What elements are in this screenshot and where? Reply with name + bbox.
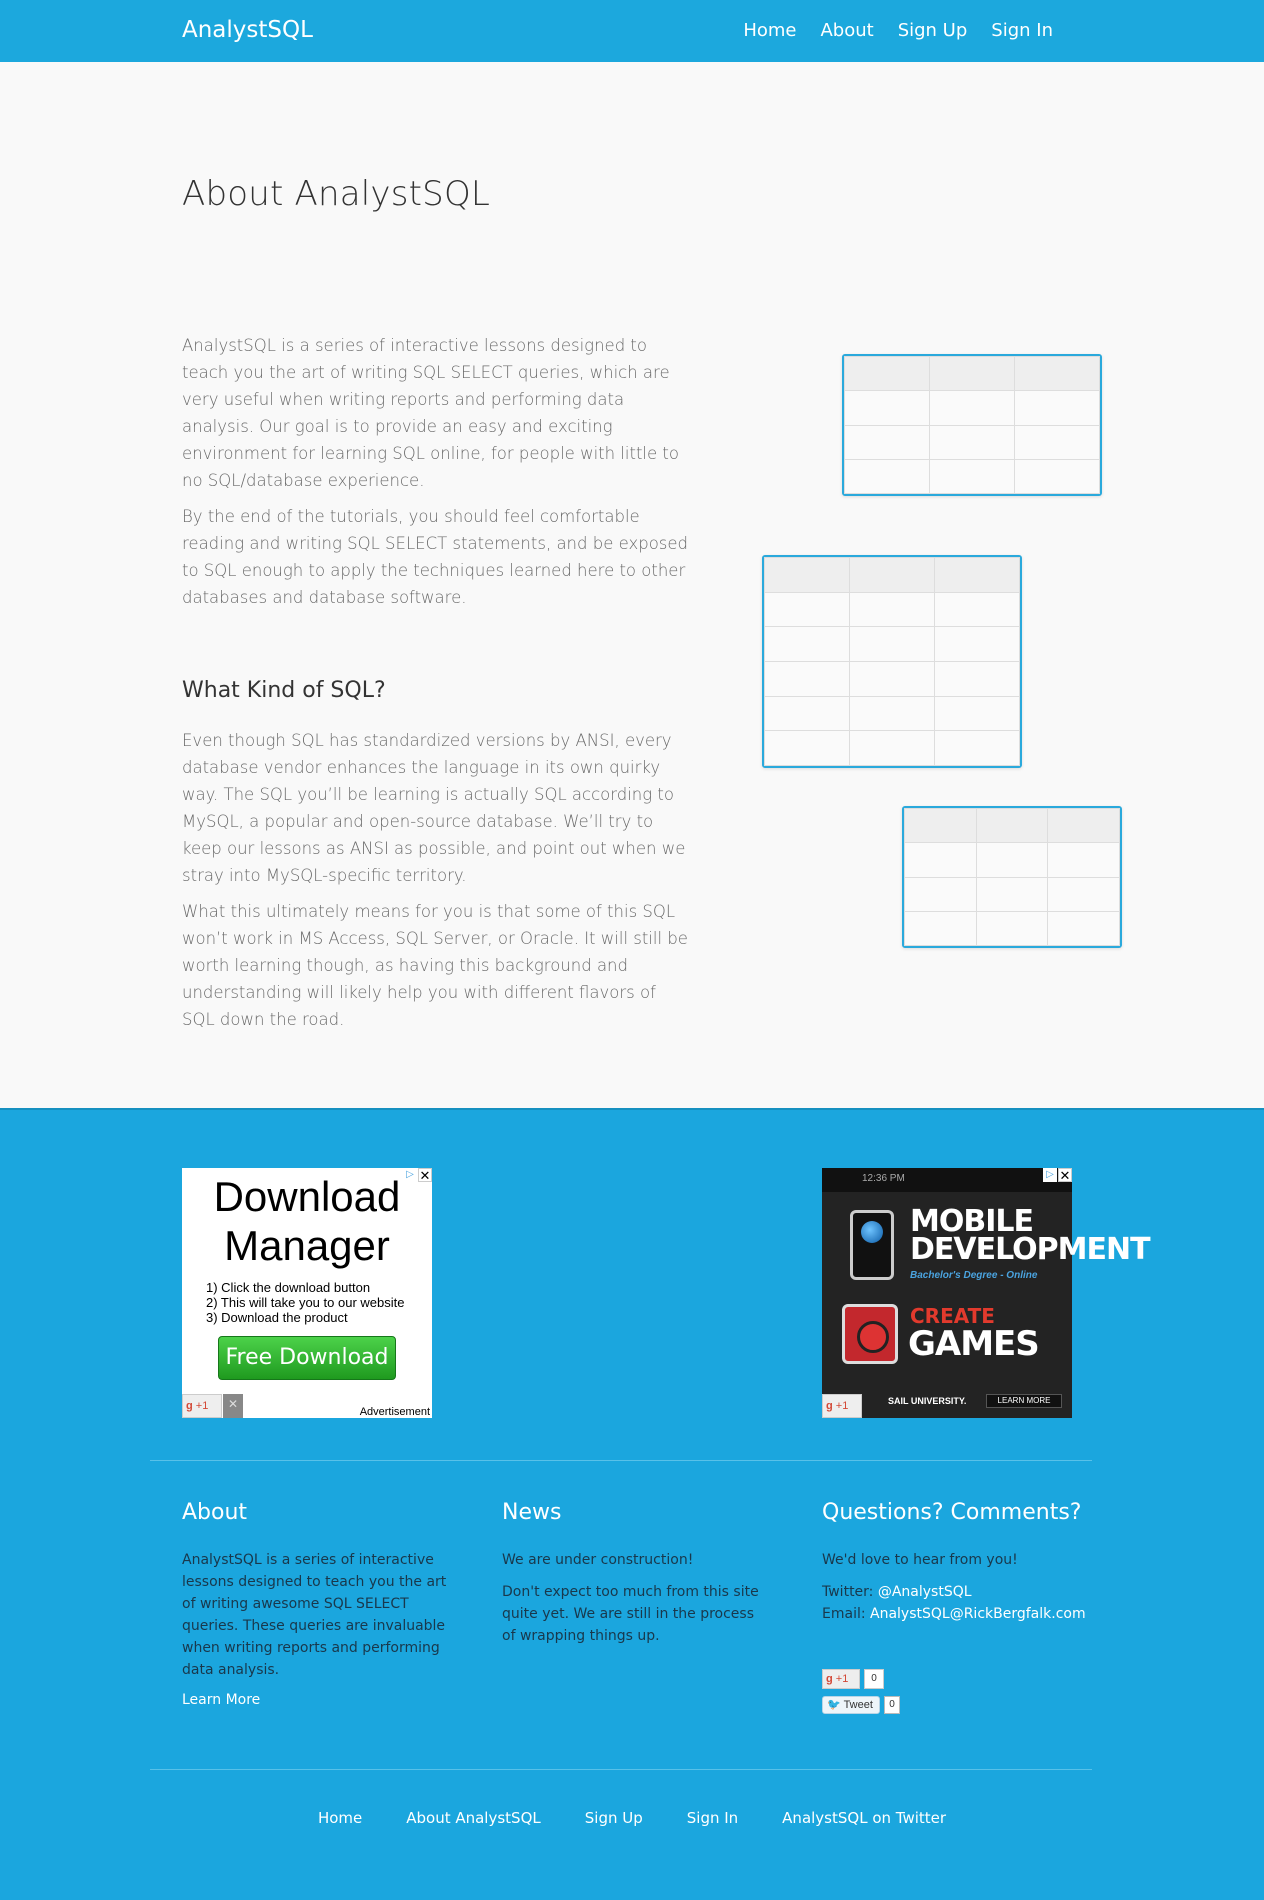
ad-title: MOBILE DEVELOPMENT [910, 1207, 1151, 1267]
gplus-count: 0 [864, 1669, 884, 1689]
footer-divider [150, 1769, 1092, 1770]
ad-steps: 1) Click the download button 2) This wil… [206, 1280, 432, 1325]
intro-paragraph: By the end of the tutorials, you should … [182, 507, 689, 607]
phone-icon [850, 1210, 894, 1280]
intro-paragraph: AnalystSQL is a series of interactive le… [182, 336, 679, 490]
twitter-bird-icon: 🐦 [827, 1699, 841, 1711]
footer-news: News We are under construction! Don't ex… [502, 1500, 762, 1657]
twitter-link[interactable]: @AnalystSQL [878, 1584, 972, 1600]
close-icon[interactable]: ✕ [223, 1394, 243, 1418]
nav-about[interactable]: About [820, 20, 873, 41]
ad-step: 1) Click the download button [206, 1280, 371, 1295]
twitter-label: Twitter: [822, 1584, 878, 1600]
ad-title-line: DEVELOPMENT [910, 1232, 1151, 1267]
footer-about-title: About [182, 1500, 248, 1525]
email-line: Email: AnalystSQL@RickBergfalk.com [822, 1603, 1122, 1625]
footer-contact-intro: We'd love to hear from you! [822, 1552, 1018, 1568]
ad-games: GAMES [908, 1324, 1040, 1364]
ad-subtitle: Bachelor's Degree - Online [910, 1270, 1038, 1281]
google-plus-one-button[interactable]: g +1 [822, 1669, 860, 1689]
ad-info-icon[interactable]: ▷ [403, 1168, 417, 1182]
learn-more-link[interactable]: Learn More [182, 1692, 260, 1708]
learn-more-button[interactable]: LEARN MORE [986, 1394, 1062, 1408]
ad-banner-download-manager[interactable]: Download Manager 1) Click the download b… [182, 1168, 432, 1418]
ad-sponsor: SAIL UNIVERSITY. [888, 1396, 967, 1406]
google-plus-one-button[interactable]: g +1 [182, 1394, 222, 1418]
footer-news-text: Don't expect too much from this site qui… [502, 1584, 759, 1644]
footer-nav-home[interactable]: Home [318, 1809, 362, 1827]
footer-news-title: News [502, 1500, 562, 1525]
table-illustration [762, 555, 1022, 768]
ad-status-bar: 12:36 PM [822, 1168, 1072, 1192]
sql-paragraph: What this ultimately means for you is th… [182, 902, 688, 1029]
footer-about-text: AnalystSQL is a series of interactive le… [182, 1552, 447, 1678]
ladybug-icon [842, 1304, 898, 1364]
ad-headline: Download Manager [213, 1173, 401, 1269]
email-label: Email: [822, 1606, 871, 1622]
main-nav: Home About Sign Up Sign In [743, 20, 1053, 41]
gplus-label: +1 [835, 1673, 849, 1685]
nav-sign-up[interactable]: Sign Up [898, 20, 968, 41]
nav-sign-in[interactable]: Sign In [991, 20, 1053, 41]
ad-step: 2) This will take you to our website [206, 1295, 405, 1310]
nav-home[interactable]: Home [743, 20, 796, 41]
footer-nav-sign-in[interactable]: Sign In [687, 1809, 738, 1827]
footer-nav-twitter[interactable]: AnalystSQL on Twitter [782, 1809, 946, 1827]
ad-banner-mobile-development[interactable]: 12:36 PM MOBILE DEVELOPMENT Bachelor's D… [822, 1168, 1151, 1418]
brand-logo[interactable]: AnalystSQL [182, 17, 313, 43]
footer-nav: Home About AnalystSQL Sign Up Sign In An… [0, 1809, 1264, 1827]
top-navbar: AnalystSQL Home About Sign Up Sign In [0, 0, 1264, 62]
tweet-widget: 🐦 Tweet 0 [822, 1696, 900, 1714]
globe-icon [861, 1221, 883, 1243]
ad-info-icon[interactable]: ▷ [1043, 1168, 1057, 1182]
footer-contact: Questions? Comments? We'd love to hear f… [822, 1500, 1122, 1625]
footer-divider [150, 1460, 1092, 1461]
tweet-count: 0 [884, 1696, 900, 1714]
sql-paragraph: Even though SQL has standardized version… [182, 731, 686, 885]
table-illustration [842, 354, 1102, 496]
google-plus-widget: g +1 0 [822, 1669, 884, 1689]
footer-news-text: We are under construction! [502, 1552, 694, 1568]
ad-label: Advertisement [359, 1406, 430, 1418]
gplus-label: +1 [835, 1400, 849, 1412]
footer-nav-sign-up[interactable]: Sign Up [585, 1809, 643, 1827]
footer-nav-about[interactable]: About AnalystSQL [406, 1809, 541, 1827]
table-illustration [902, 806, 1122, 948]
gplus-label: +1 [195, 1400, 209, 1412]
email-link[interactable]: AnalystSQL@RickBergfalk.com [870, 1606, 1086, 1622]
tweet-button[interactable]: 🐦 Tweet [822, 1696, 880, 1714]
close-icon[interactable]: ✕ [418, 1168, 432, 1183]
twitter-line: Twitter: @AnalystSQL [822, 1581, 1122, 1603]
page-title: About AnalystSQL [182, 174, 491, 214]
google-plus-one-button[interactable]: g +1 [822, 1394, 862, 1418]
tweet-label: Tweet [843, 1699, 873, 1711]
footer-contact-title: Questions? Comments? [822, 1500, 1082, 1525]
close-icon[interactable]: ✕ [1058, 1168, 1072, 1183]
section-heading: What Kind of SQL? [182, 678, 386, 703]
free-download-button[interactable]: Free Download [218, 1336, 396, 1380]
ad-step: 3) Download the product [206, 1310, 348, 1325]
about-content: AnalystSQL is a series of interactive le… [182, 332, 692, 1042]
footer-about: About AnalystSQL is a series of interact… [182, 1500, 452, 1709]
